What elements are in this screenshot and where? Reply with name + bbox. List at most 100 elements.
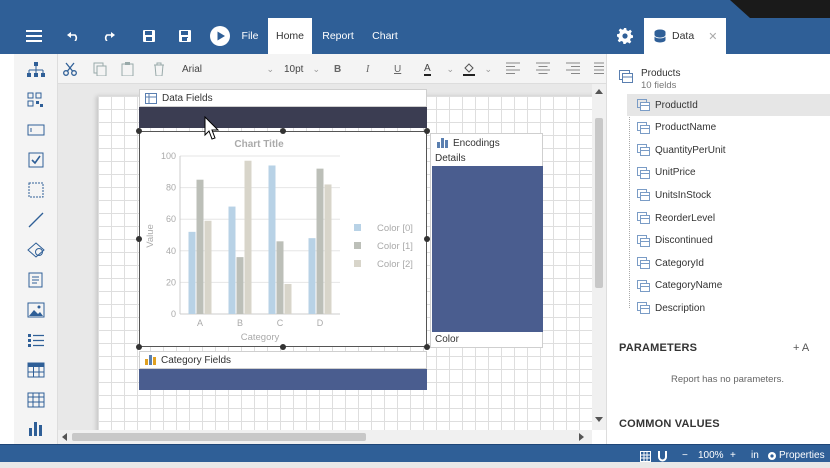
color-label: Color bbox=[435, 334, 459, 345]
save-as-button[interactable] bbox=[172, 18, 198, 54]
preview-button[interactable] bbox=[206, 18, 234, 54]
underline-button[interactable]: U bbox=[394, 61, 406, 77]
add-parameter-button[interactable]: + A bbox=[793, 342, 809, 354]
save-button[interactable] bbox=[136, 18, 162, 54]
tab-chart[interactable]: Chart bbox=[366, 18, 404, 54]
align-right-icon[interactable] bbox=[566, 62, 580, 74]
resize-handle[interactable] bbox=[136, 344, 142, 350]
delete-icon[interactable] bbox=[152, 62, 166, 76]
chart-icon[interactable] bbox=[27, 420, 45, 436]
line-icon[interactable] bbox=[27, 212, 45, 228]
y-tick-label: 20 bbox=[166, 277, 176, 287]
data-fields-dropzone[interactable] bbox=[139, 107, 427, 128]
tab-data[interactable]: Data ✕ bbox=[644, 18, 726, 54]
resize-handle[interactable] bbox=[136, 128, 142, 134]
tab-report[interactable]: Report bbox=[316, 18, 360, 54]
category-fields-dropzone[interactable] bbox=[139, 369, 427, 390]
field-item[interactable]: ReorderLevel bbox=[627, 207, 830, 229]
cut-icon[interactable] bbox=[63, 62, 77, 76]
field-item[interactable]: Discontinued bbox=[627, 230, 830, 252]
field-name: Description bbox=[655, 302, 706, 314]
chart-encoding-icon bbox=[145, 355, 156, 365]
image-icon[interactable] bbox=[27, 302, 45, 318]
tablix-icon[interactable] bbox=[27, 392, 45, 408]
field-item[interactable]: QuantityPerUnit bbox=[627, 139, 830, 161]
field-item[interactable]: CategoryId bbox=[627, 252, 830, 274]
font-family-select[interactable]: Arial ⌄ bbox=[182, 61, 274, 77]
justify-icon[interactable] bbox=[594, 62, 604, 74]
field-icon bbox=[637, 234, 650, 247]
align-left-icon[interactable] bbox=[506, 62, 520, 74]
list-icon[interactable] bbox=[27, 332, 45, 348]
field-icon bbox=[637, 302, 650, 315]
zoom-in-button[interactable]: + bbox=[730, 450, 736, 461]
menu-button[interactable] bbox=[14, 18, 54, 54]
field-name: CategoryId bbox=[655, 257, 704, 269]
background-color-button[interactable]: ⌄ bbox=[462, 61, 492, 77]
align-center-icon[interactable] bbox=[536, 62, 550, 74]
properties-button[interactable]: Properties bbox=[779, 450, 825, 461]
field-icon bbox=[637, 189, 650, 202]
horizontal-scrollbar[interactable] bbox=[58, 430, 592, 444]
container-icon[interactable] bbox=[27, 182, 45, 198]
bar bbox=[324, 184, 332, 314]
top-bar: File Home Report Chart Data ✕ bbox=[0, 0, 830, 54]
tab-home[interactable]: Home bbox=[268, 18, 312, 54]
italic-button[interactable]: I bbox=[366, 61, 378, 77]
font-family-value: Arial bbox=[182, 63, 203, 75]
horizontal-scroll-thumb[interactable] bbox=[72, 433, 366, 441]
units-select[interactable]: in bbox=[751, 450, 759, 461]
field-item[interactable]: CategoryName bbox=[627, 275, 830, 297]
scroll-left-icon[interactable] bbox=[61, 433, 67, 441]
resize-handle[interactable] bbox=[280, 344, 286, 350]
resize-handle[interactable] bbox=[136, 236, 142, 242]
settings-button[interactable] bbox=[612, 18, 638, 54]
checkbox-icon[interactable] bbox=[27, 152, 45, 168]
scroll-down-icon[interactable] bbox=[595, 417, 603, 423]
field-item[interactable]: ProductId bbox=[627, 94, 830, 116]
tab-file[interactable]: File bbox=[236, 18, 264, 54]
font-size-value: 10pt bbox=[284, 63, 304, 75]
scroll-right-icon[interactable] bbox=[579, 433, 585, 441]
field-item[interactable]: Description bbox=[627, 297, 830, 319]
snap-toggle-icon[interactable] bbox=[657, 451, 668, 462]
legend-label: Color [0] bbox=[377, 223, 413, 234]
bold-button[interactable]: B bbox=[334, 61, 346, 77]
barcode-icon[interactable] bbox=[27, 92, 45, 108]
redo-button[interactable] bbox=[96, 18, 122, 54]
data-tab-label: Data bbox=[672, 30, 695, 42]
field-name: CategoryName bbox=[655, 280, 723, 292]
x-tick-label: C bbox=[277, 318, 284, 328]
zoom-out-button[interactable]: − bbox=[682, 450, 688, 461]
hierarchy-icon[interactable] bbox=[27, 62, 45, 78]
vertical-scroll-thumb[interactable] bbox=[595, 118, 603, 288]
paint-bucket-icon bbox=[463, 63, 475, 76]
textbox-icon[interactable] bbox=[27, 122, 45, 138]
close-data-tab-icon[interactable]: ✕ bbox=[708, 30, 717, 43]
field-item[interactable]: UnitsInStock bbox=[627, 184, 830, 206]
field-item[interactable]: UnitPrice bbox=[627, 162, 830, 184]
undo-button[interactable] bbox=[60, 18, 86, 54]
parameters-title: PARAMETERS bbox=[619, 342, 698, 354]
paste-icon[interactable] bbox=[121, 62, 135, 76]
copy-icon[interactable] bbox=[93, 62, 107, 76]
details-dropzone[interactable] bbox=[432, 166, 543, 332]
zoom-level[interactable]: 100% bbox=[698, 450, 724, 461]
table-icon[interactable] bbox=[27, 362, 45, 378]
font-color-button[interactable]: A ⌄ bbox=[424, 61, 454, 77]
chart-control[interactable]: Chart Title 0 20 40 60 80 100 A B C D Category Value… bbox=[139, 131, 427, 347]
richtext-icon[interactable] bbox=[27, 272, 45, 288]
resize-handle[interactable] bbox=[280, 128, 286, 134]
field-icon bbox=[637, 166, 650, 179]
field-icon bbox=[637, 121, 650, 134]
field-item[interactable]: ProductName bbox=[627, 117, 830, 139]
grid-toggle-icon[interactable] bbox=[640, 451, 651, 462]
vertical-scrollbar[interactable] bbox=[592, 84, 606, 430]
field-name: UnitsInStock bbox=[655, 189, 712, 201]
dataset-name[interactable]: Products bbox=[641, 68, 680, 79]
field-icon bbox=[637, 99, 650, 111]
shape-icon[interactable] bbox=[27, 242, 45, 258]
gear-icon bbox=[768, 452, 776, 460]
font-size-select[interactable]: 10pt ⌄ bbox=[284, 61, 320, 77]
scroll-up-icon[interactable] bbox=[595, 88, 603, 94]
